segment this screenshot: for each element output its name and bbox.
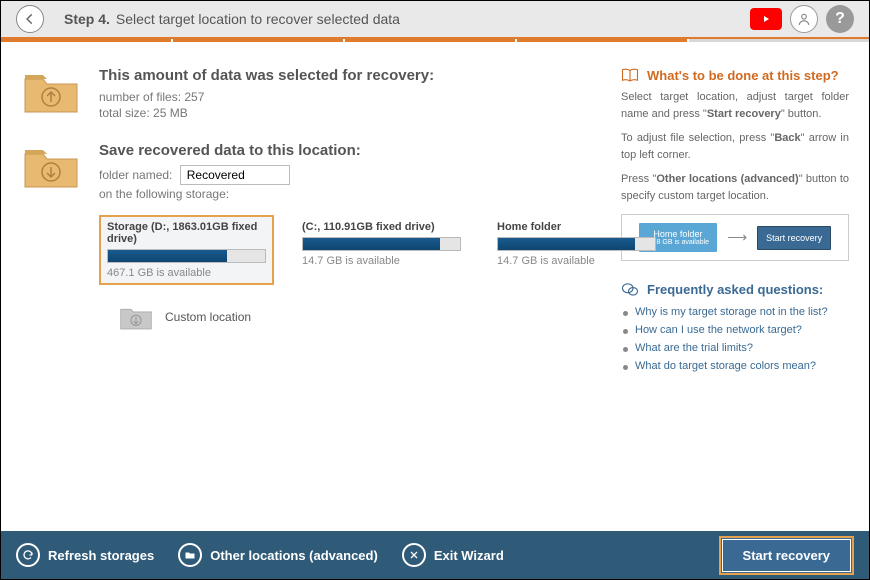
footer-bar: Refresh storages Other locations (advanc… bbox=[1, 531, 869, 579]
folder-label: folder named: bbox=[99, 168, 172, 182]
storage-available: 14.7 GB is available bbox=[302, 255, 461, 267]
faq-item[interactable]: Why is my target storage not in the list… bbox=[621, 303, 849, 321]
arrow-left-icon bbox=[23, 12, 37, 26]
storage-title: Storage (D:, 1863.01GB fixed drive) bbox=[107, 221, 266, 245]
total-size: total size: 25 MB bbox=[99, 106, 601, 120]
refresh-icon bbox=[16, 543, 40, 567]
hint-start-button: Start recovery bbox=[757, 226, 831, 250]
other-locations-button[interactable]: Other locations (advanced) bbox=[178, 543, 378, 567]
help-heading: What's to be done at this step? bbox=[647, 68, 839, 83]
folder-icon bbox=[178, 543, 202, 567]
faq-heading: Frequently asked questions: bbox=[647, 282, 823, 297]
book-icon bbox=[621, 67, 639, 83]
step-title: Select target location to recover select… bbox=[116, 11, 400, 27]
start-recovery-button[interactable]: Start recovery bbox=[719, 536, 854, 575]
summary-section: This amount of data was selected for rec… bbox=[21, 67, 601, 122]
user-icon[interactable] bbox=[790, 5, 818, 33]
help-paragraph-1: Select target location, adjust target fo… bbox=[621, 89, 849, 122]
folder-gray-icon bbox=[119, 303, 153, 331]
storage-title: (C:, 110.91GB fixed drive) bbox=[302, 221, 461, 233]
close-icon bbox=[402, 543, 426, 567]
header-bar: Step 4. Select target location to recove… bbox=[1, 1, 869, 39]
faq-icon bbox=[621, 281, 639, 297]
help-paragraph-2: To adjust file selection, press "Back" a… bbox=[621, 130, 849, 163]
faq-list: Why is my target storage not in the list… bbox=[621, 303, 849, 375]
refresh-storages-button[interactable]: Refresh storages bbox=[16, 543, 154, 567]
storage-available: 467.1 GB is available bbox=[107, 267, 266, 279]
save-section: Save recovered data to this location: fo… bbox=[21, 142, 601, 331]
storage-option-c[interactable]: (C:, 110.91GB fixed drive) 14.7 GB is av… bbox=[294, 215, 469, 285]
help-paragraph-3: Press "Other locations (advanced)" butto… bbox=[621, 171, 849, 204]
custom-location-label: Custom location bbox=[165, 310, 251, 324]
help-icon[interactable]: ? bbox=[826, 5, 854, 33]
storage-list: Storage (D:, 1863.01GB fixed drive) 467.… bbox=[99, 215, 664, 285]
step-number: Step 4. bbox=[64, 11, 110, 27]
folder-up-icon bbox=[21, 67, 81, 117]
folder-name-input[interactable] bbox=[180, 165, 290, 185]
faq-item[interactable]: What do target storage colors mean? bbox=[621, 357, 849, 375]
files-count: number of files: 257 bbox=[99, 90, 601, 104]
wizard-progress bbox=[1, 39, 869, 42]
exit-wizard-button[interactable]: Exit Wizard bbox=[402, 543, 504, 567]
arrow-right-icon: ⟶ bbox=[727, 229, 747, 246]
back-button[interactable] bbox=[16, 5, 44, 33]
storage-option-d[interactable]: Storage (D:, 1863.01GB fixed drive) 467.… bbox=[99, 215, 274, 285]
faq-item[interactable]: How can I use the network target? bbox=[621, 321, 849, 339]
storage-label: on the following storage: bbox=[99, 187, 664, 201]
summary-title: This amount of data was selected for rec… bbox=[99, 67, 601, 84]
faq-item[interactable]: What are the trial limits? bbox=[621, 339, 849, 357]
save-title: Save recovered data to this location: bbox=[99, 142, 664, 159]
custom-location-button[interactable]: Custom location bbox=[119, 303, 664, 331]
folder-down-icon bbox=[21, 142, 81, 192]
youtube-icon[interactable] bbox=[750, 8, 782, 30]
